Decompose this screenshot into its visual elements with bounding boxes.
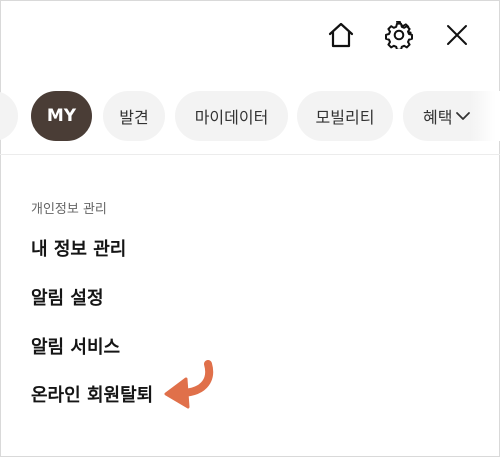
close-button[interactable] [440, 18, 474, 52]
menu-item-notification-service[interactable]: 알림 서비스 [31, 333, 120, 359]
tab-benefits-label: 혜택 [423, 108, 453, 127]
menu-item-notification-settings[interactable]: 알림 설정 [31, 284, 104, 310]
settings-button[interactable] [382, 18, 416, 52]
tab-benefits[interactable]: 혜택 [403, 91, 500, 141]
tab-discover-label: 발견 [119, 108, 149, 127]
curved-arrow-icon [164, 360, 214, 409]
close-icon [447, 25, 467, 45]
tab-mydata[interactable]: 마이데이터 [175, 91, 288, 141]
chevron-down-icon[interactable] [454, 107, 472, 125]
category-tabs: MY 발견 마이데이터 모빌리티 혜택 [0, 91, 500, 143]
section-title: 개인정보 관리 [31, 202, 107, 217]
tab-discover[interactable]: 발견 [103, 91, 165, 141]
home-icon [328, 22, 354, 48]
gear-icon [385, 21, 413, 49]
tab-mobility-label: 모빌리티 [315, 108, 375, 127]
tab-mydata-label: 마이데이터 [194, 108, 269, 127]
home-button[interactable] [324, 18, 358, 52]
tab-mobility[interactable]: 모빌리티 [297, 91, 393, 141]
divider [0, 154, 500, 155]
tab-my-label: MY [46, 106, 77, 126]
tab-my[interactable]: MY [31, 91, 92, 141]
tab-partial[interactable] [0, 91, 18, 141]
menu-item-my-info[interactable]: 내 정보 관리 [31, 235, 126, 261]
menu-item-withdrawal[interactable]: 온라인 회원탈퇴 [31, 381, 153, 407]
